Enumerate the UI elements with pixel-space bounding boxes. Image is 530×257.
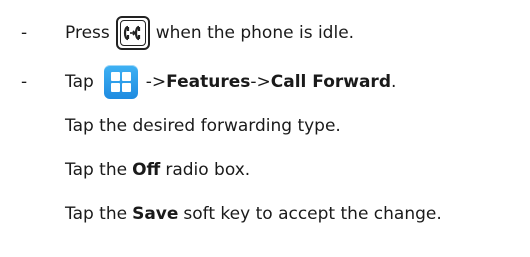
text-tap: Tap — [65, 72, 94, 92]
text-soft-key: soft key to accept the change. — [183, 204, 442, 224]
text-when-idle: when the phone is idle. — [155, 23, 355, 43]
text-press: Press — [65, 23, 110, 43]
menu-key-icon — [103, 65, 138, 99]
text-tap-forwarding-type: Tap the desired forwarding type. — [65, 116, 341, 136]
arrow-2: -> — [250, 72, 271, 92]
call-forward-label: Call Forward — [270, 72, 391, 92]
call-forward-key-icon — [115, 16, 150, 50]
text-tap-the: Tap the — [65, 160, 128, 180]
bullet-dash: - — [21, 23, 28, 43]
arrow-1: -> — [145, 72, 167, 92]
off-label: Off — [132, 160, 161, 180]
save-label: Save — [132, 204, 179, 224]
features-label: Features — [166, 72, 251, 92]
bullet-dash: - — [21, 72, 28, 92]
period: . — [391, 72, 397, 92]
text-radio-box: radio box. — [165, 160, 251, 180]
text-tap-the: Tap the — [65, 204, 128, 224]
